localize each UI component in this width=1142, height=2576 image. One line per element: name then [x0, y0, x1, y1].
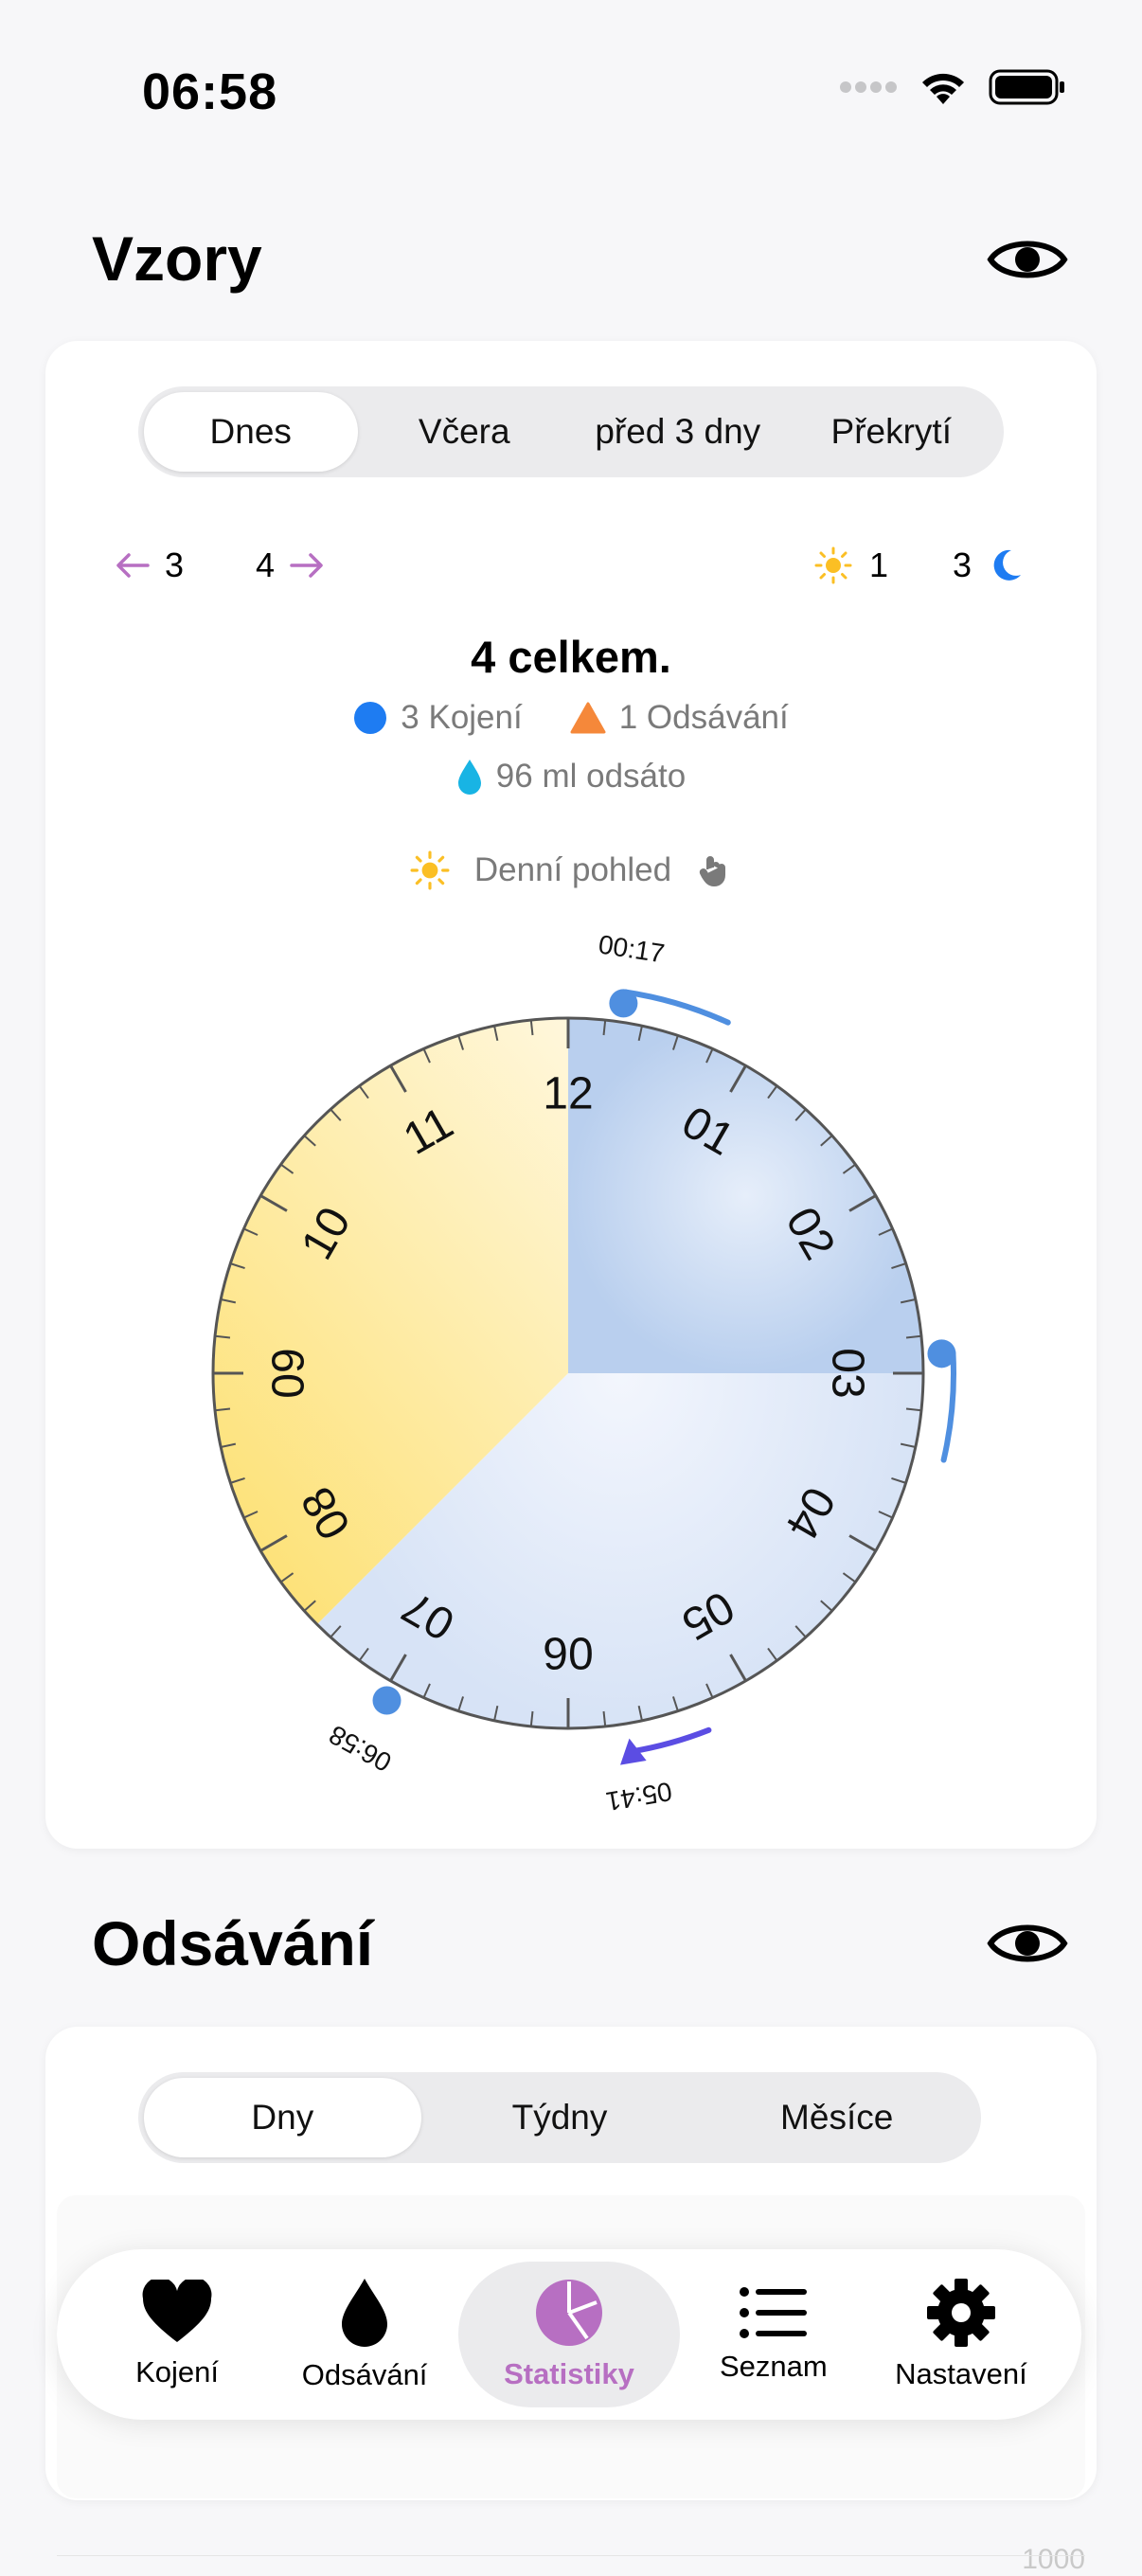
- legend: 3 Kojení 1 Odsávání: [45, 699, 1097, 737]
- dial-hour-label: 03: [823, 1348, 873, 1398]
- next-day-button[interactable]: 4: [256, 546, 326, 585]
- tab-weeks[interactable]: Týdny: [421, 2078, 699, 2157]
- feeding-marker[interactable]: [927, 1339, 956, 1368]
- event-time-label: 00:17: [597, 929, 667, 968]
- event-time-label: 05:41: [604, 1777, 674, 1816]
- drop-icon: [342, 2279, 388, 2347]
- pie-chart-icon: [535, 2280, 602, 2346]
- legend-feeding: 3 Kojení: [353, 699, 523, 737]
- tab-feeding[interactable]: Kojení: [83, 2262, 271, 2407]
- gear-icon: [926, 2279, 995, 2347]
- sun-icon: [410, 850, 450, 890]
- tab-bar: Kojení Odsávání Statistiky Seznam Nastav…: [57, 2249, 1081, 2420]
- chart-gridline: [57, 2555, 1085, 2556]
- drop-icon: [457, 760, 481, 795]
- tab-list[interactable]: Seznam: [680, 2262, 867, 2407]
- status-time: 06:58: [142, 63, 278, 120]
- tab-statistics[interactable]: Statistiky: [458, 2262, 680, 2407]
- legend-pumping: 1 Odsávání: [570, 699, 789, 737]
- pumping-visibility-eye-icon[interactable]: [987, 1917, 1068, 1970]
- period-selector: Dny Týdny Měsíce: [138, 2072, 981, 2163]
- feeding-marker[interactable]: [609, 989, 638, 1018]
- moon-icon: [993, 549, 1022, 581]
- dial-hour-label: 06: [543, 1628, 593, 1678]
- tab-3-days-ago[interactable]: před 3 dny: [571, 392, 785, 472]
- total-count: 4 celkem.: [471, 632, 671, 682]
- battery-icon: [989, 69, 1064, 105]
- hand-tap-icon: [700, 856, 726, 886]
- circle-icon: [354, 702, 387, 734]
- next-day-count: 4: [256, 546, 276, 584]
- prev-day-button[interactable]: 3: [114, 546, 184, 585]
- tab-pumping[interactable]: Odsávání: [271, 2262, 458, 2407]
- tab-months[interactable]: Měsíce: [698, 2078, 975, 2157]
- night-sector-early: [568, 1018, 923, 1373]
- feeding-marker[interactable]: [372, 1686, 401, 1715]
- status-icons: [839, 68, 1066, 106]
- tab-overlay[interactable]: Překrytí: [785, 392, 999, 472]
- daily-clock-chart[interactable]: 120102030405060708091011 00:1702:5405:41…: [161, 928, 975, 1818]
- heart-icon: [142, 2280, 212, 2342]
- tab-days[interactable]: Dny: [144, 2078, 421, 2157]
- list-icon: [739, 2287, 807, 2338]
- wifi-icon: [922, 73, 964, 104]
- arrow-left-icon: [116, 553, 150, 578]
- triangle-icon: [570, 702, 606, 734]
- tab-settings[interactable]: Nastavení: [867, 2262, 1055, 2407]
- chart-axis-value: 1000: [1022, 2544, 1085, 2575]
- view-mode-label: Denní pohled: [473, 851, 672, 888]
- dial-hour-label: 09: [264, 1348, 314, 1398]
- pumping-title: Odsávání: [92, 1908, 374, 1978]
- pumping-duration-arc: [628, 1726, 712, 1755]
- view-mode-toggle[interactable]: Denní pohled: [45, 850, 1097, 890]
- arrow-right-icon: [290, 553, 323, 578]
- patterns-title: Vzory: [92, 224, 262, 294]
- dial-hour-label: 12: [543, 1069, 593, 1119]
- status-bar: 06:58: [0, 0, 1142, 180]
- prev-day-count: 3: [165, 546, 185, 584]
- patterns-visibility-eye-icon[interactable]: [987, 233, 1068, 286]
- day-selector: Dnes Včera před 3 dny Překrytí: [138, 386, 1004, 477]
- tab-yesterday[interactable]: Včera: [358, 392, 572, 472]
- sun-icon: [814, 546, 852, 584]
- day-feedings-count: 1: [814, 546, 888, 585]
- night-feedings-count: 3: [953, 546, 1025, 585]
- event-time-label: 06:58: [324, 1720, 396, 1778]
- pumped-summary: 96 ml odsáto: [45, 758, 1097, 796]
- feeding-duration-arc: [622, 989, 731, 1026]
- cellular-icon: [840, 81, 897, 93]
- tab-today[interactable]: Dnes: [144, 392, 358, 472]
- feeding-duration-arc: [940, 1350, 956, 1463]
